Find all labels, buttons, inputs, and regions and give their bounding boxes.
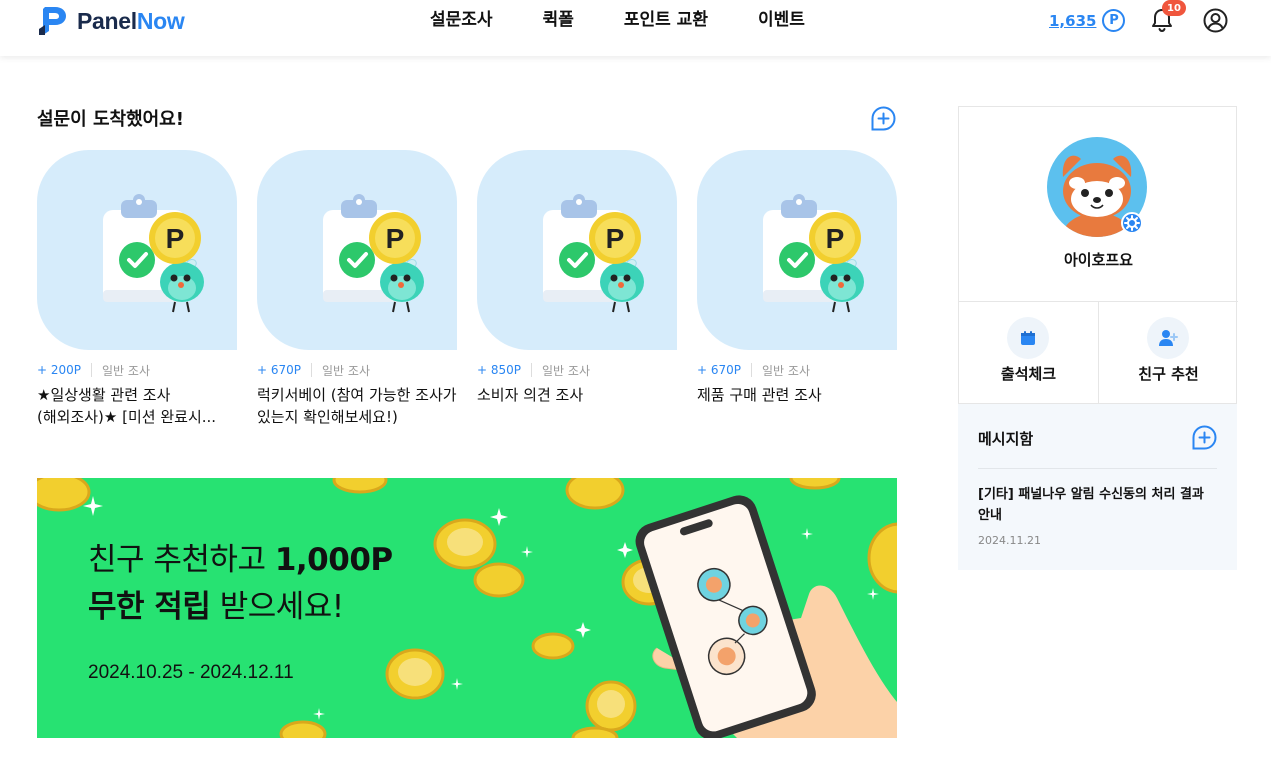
- message-item-title[interactable]: [기타] 패널나우 알림 수신동의 처리 결과 안내: [978, 484, 1223, 526]
- points-icon: P: [1102, 9, 1126, 32]
- banner-date: 2024.10.25 - 2024.12.11: [88, 662, 294, 683]
- survey-card-image: P: [697, 150, 897, 350]
- more-messages-plus-icon[interactable]: [1192, 425, 1217, 450]
- banner-headline-1: 친구 추천하고 1,000P: [88, 542, 393, 578]
- clipboard-coin-mascot-icon: P: [543, 194, 644, 313]
- meta-divider: [91, 363, 93, 377]
- calendar-icon: [1007, 317, 1049, 359]
- survey-title[interactable]: 제품 구매 관련 조사: [697, 384, 897, 406]
- logo-text: PanelNow: [77, 7, 185, 34]
- coin-badge: P: [166, 223, 185, 254]
- add-friend-icon: [1147, 317, 1189, 359]
- settings-gear-icon[interactable]: [1121, 212, 1143, 234]
- more-surveys-plus-icon[interactable]: [871, 106, 896, 131]
- nav-event[interactable]: 이벤트: [758, 8, 805, 32]
- banner-headline-2: 무한 적립 받으세요!: [88, 589, 344, 625]
- survey-card-meta: + 200P 일반 조사: [37, 362, 237, 378]
- nav-survey[interactable]: 설문조사: [430, 8, 493, 32]
- survey-card-list: P + 200P 일반 조사 ★일상생활 관련 조사(해외조사)★ [미션 완료…: [37, 150, 897, 428]
- meta-divider: [311, 363, 313, 377]
- survey-card-meta: + 850P 일반 조사: [477, 362, 677, 378]
- survey-card-image: P: [257, 150, 457, 350]
- survey-type: 일반 조사: [322, 363, 370, 378]
- points-balance[interactable]: 1,635 P: [1049, 9, 1126, 32]
- coin-badge: P: [386, 223, 405, 254]
- survey-card-image: P: [477, 150, 677, 350]
- coin-badge: P: [606, 223, 625, 254]
- meta-divider: [531, 363, 533, 377]
- survey-type: 일반 조사: [102, 363, 150, 378]
- logo-icon: [39, 7, 66, 35]
- friend-referral-button[interactable]: 친구 추천: [1099, 301, 1238, 405]
- survey-card-meta: + 670P 일반 조사: [697, 362, 897, 378]
- survey-points: + 670P: [257, 363, 302, 377]
- survey-type: 일반 조사: [542, 363, 590, 378]
- survey-type: 일반 조사: [762, 363, 810, 378]
- nav-point-exchange[interactable]: 포인트 교환: [624, 8, 708, 32]
- top-header: PanelNow 설문조사 퀵폴 포인트 교환 이벤트 1,635 P 10: [0, 0, 1271, 56]
- survey-card[interactable]: P + 670P 일반 조사 제품 구매 관련 조사: [697, 150, 897, 428]
- user-nickname: 아이호프요: [1063, 251, 1133, 269]
- survey-card[interactable]: P + 670P 일반 조사 럭키서베이 (참여 가능한 조사가 있는지 확인해…: [257, 150, 457, 428]
- divider: [978, 468, 1217, 469]
- clipboard-coin-mascot-icon: P: [323, 194, 424, 313]
- clipboard-coin-mascot-icon: P: [763, 194, 864, 313]
- logo[interactable]: PanelNow: [37, 5, 185, 37]
- main-nav: 설문조사 퀵폴 포인트 교환 이벤트: [430, 8, 855, 32]
- friend-referral-label: 친구 추천: [1138, 365, 1199, 383]
- survey-section-title: 설문이 도착했어요!: [37, 109, 184, 130]
- notification-count-badge: 10: [1162, 0, 1186, 16]
- survey-title[interactable]: ★일상생활 관련 조사(해외조사)★ [미션 완료시...: [37, 384, 237, 428]
- nav-quickpoll[interactable]: 퀵폴: [543, 8, 574, 32]
- clipboard-coin-mascot-icon: P: [103, 194, 204, 313]
- message-item-date: 2024.11.21: [978, 534, 1041, 547]
- profile-box: 아이호프요 출석체크 친구 추천: [958, 106, 1238, 405]
- survey-card-image: P: [37, 150, 237, 350]
- message-box-title: 메시지함: [978, 430, 1034, 448]
- points-value[interactable]: 1,635: [1049, 12, 1096, 30]
- user-profile-icon[interactable]: [1203, 8, 1228, 33]
- survey-points: + 200P: [37, 363, 82, 377]
- survey-card[interactable]: P + 200P 일반 조사 ★일상생활 관련 조사(해외조사)★ [미션 완료…: [37, 150, 237, 428]
- message-box: 메시지함 [기타] 패널나우 알림 수신동의 처리 결과 안내 2024.11.…: [958, 404, 1237, 570]
- meta-divider: [751, 363, 753, 377]
- survey-points: + 850P: [477, 363, 522, 377]
- survey-points: + 670P: [697, 363, 742, 377]
- coin-badge: P: [826, 223, 845, 254]
- attendance-check-label: 출석체크: [1000, 365, 1057, 383]
- survey-card-meta: + 670P 일반 조사: [257, 362, 457, 378]
- survey-title[interactable]: 소비자 의견 조사: [477, 384, 677, 406]
- survey-title[interactable]: 럭키서베이 (참여 가능한 조사가 있는지 확인해보세요!): [257, 384, 457, 428]
- attendance-check-button[interactable]: 출석체크: [959, 301, 1098, 405]
- friend-referral-banner[interactable]: 친구 추천하고 1,000P 무한 적립 받으세요! 2024.10.25 - …: [37, 478, 897, 738]
- survey-card[interactable]: P + 850P 일반 조사 소비자 의견 조사: [477, 150, 677, 428]
